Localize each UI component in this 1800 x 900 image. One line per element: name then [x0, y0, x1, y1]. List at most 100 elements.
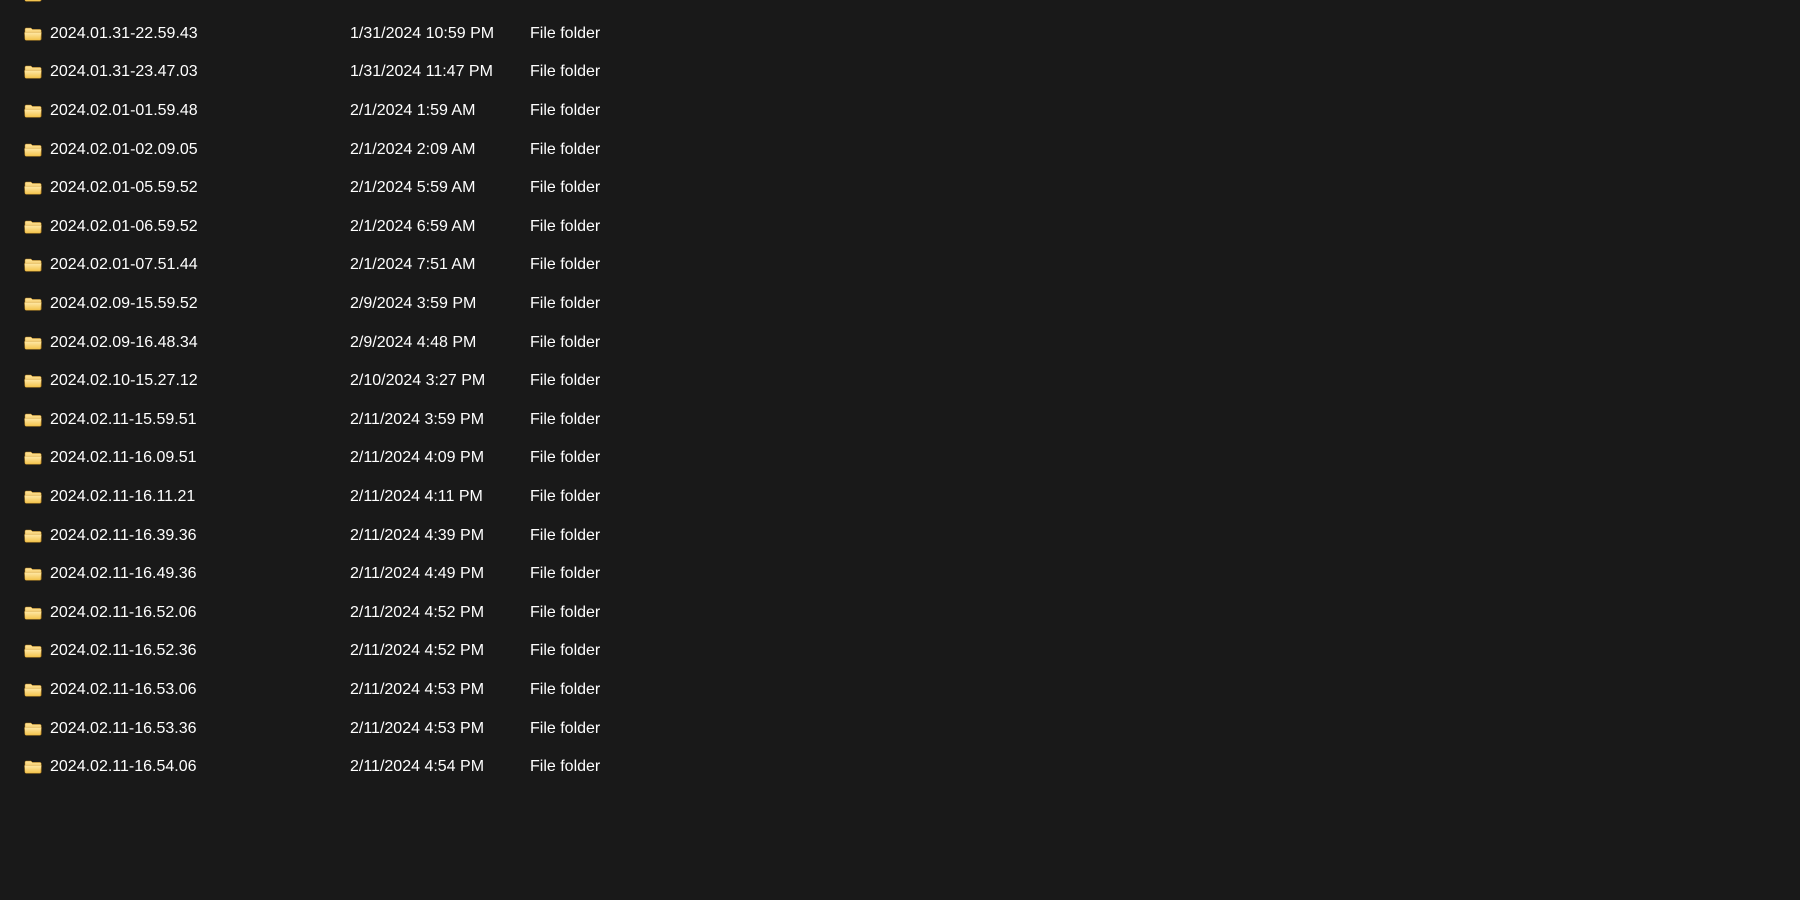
table-row[interactable]: 2024.01.28-16.24.53 1/28/2024 4:24 PMFile…: [0, 0, 1800, 15]
folder-name: 2024.02.11-16.52.06: [50, 604, 197, 622]
cell-name: 2024.02.11-16.09.51: [24, 449, 350, 467]
folder-icon: [24, 143, 42, 157]
table-row[interactable]: 2024.02.10-15.27.122/10/2024 3:27 PMFile…: [0, 362, 1800, 401]
table-row[interactable]: 2024.02.11-16.52.36 2/11/2024 4:52 PMFile…: [0, 632, 1800, 671]
cell-type: File folder: [530, 63, 750, 81]
folder-name: 2024.02.11-16.54.06: [50, 758, 197, 776]
cell-type: File folder: [530, 411, 750, 429]
cell-name: 2024.02.10-15.27.12: [24, 372, 350, 390]
cell-type: File folder: [530, 0, 750, 4]
folder-icon: [24, 181, 42, 195]
table-row[interactable]: 2024.02.11-15.59.51 2/11/2024 3:59 PMFile…: [0, 401, 1800, 440]
cell-date-modified: 2/11/2024 4:11 PM: [350, 488, 530, 506]
cell-name: 2024.02.01-05.59.52: [24, 179, 350, 197]
folder-name: 2024.02.01-06.59.52: [50, 218, 198, 236]
folder-name: 2024.01.31-23.47.03: [50, 63, 198, 81]
table-row[interactable]: 2024.02.11-16.52.06 2/11/2024 4:52 PMFile…: [0, 594, 1800, 633]
table-row[interactable]: 2024.01.31-22.59.431/31/2024 10:59 PMFil…: [0, 15, 1800, 54]
cell-date-modified: 2/10/2024 3:27 PM: [350, 372, 530, 390]
cell-date-modified: 2/1/2024 5:59 AM: [350, 179, 530, 197]
folder-icon: [24, 451, 42, 465]
cell-type: File folder: [530, 642, 750, 660]
cell-date-modified: 2/11/2024 4:53 PM: [350, 720, 530, 738]
folder-name: 2024.01.28-16.24.53: [50, 0, 198, 4]
cell-date-modified: 2/11/2024 3:59 PM: [350, 411, 530, 429]
table-row[interactable]: 2024.02.11-16.11.212/11/2024 4:11 PMFile…: [0, 478, 1800, 517]
cell-name: 2024.02.11-16.54.06: [24, 758, 350, 776]
table-row[interactable]: 2024.02.09-16.48.34 2/9/2024 4:48 PMFile …: [0, 323, 1800, 362]
folder-icon: [24, 490, 42, 504]
cell-type: File folder: [530, 527, 750, 545]
cell-date-modified: 2/11/2024 4:49 PM: [350, 565, 530, 583]
table-row[interactable]: 2024.02.09-15.59.522/9/2024 3:59 PMFile …: [0, 285, 1800, 324]
folder-name: 2024.02.09-16.48.34: [50, 334, 198, 352]
table-row[interactable]: 2024.02.11-16.09.512/11/2024 4:09 PMFile…: [0, 439, 1800, 478]
cell-type: File folder: [530, 681, 750, 699]
cell-type: File folder: [530, 141, 750, 159]
cell-name: 2024.01.28-16.24.53: [24, 0, 350, 4]
cell-type: File folder: [530, 604, 750, 622]
cell-type: File folder: [530, 565, 750, 583]
cell-date-modified: 2/9/2024 4:48 PM: [350, 334, 530, 352]
cell-date-modified: 2/11/2024 4:52 PM: [350, 642, 530, 660]
cell-date-modified: 2/1/2024 1:59 AM: [350, 102, 530, 120]
cell-date-modified: 1/31/2024 11:47 PM: [350, 63, 530, 81]
table-row[interactable]: 2024.02.01-01.59.482/1/2024 1:59 AMFile …: [0, 92, 1800, 131]
folder-icon: [24, 258, 42, 272]
folder-icon: [24, 644, 42, 658]
cell-type: File folder: [530, 334, 750, 352]
cell-name: 2024.02.11-16.52.06: [24, 604, 350, 622]
cell-type: File folder: [530, 720, 750, 738]
folder-name: 2024.02.11-15.59.51: [50, 411, 197, 429]
folder-icon: [24, 65, 42, 79]
cell-name: 2024.02.11-16.53.06: [24, 681, 350, 699]
cell-type: File folder: [530, 758, 750, 776]
folder-name: 2024.02.11-16.53.36: [50, 720, 197, 738]
folder-name: 2024.02.09-15.59.52: [50, 295, 198, 313]
cell-name: 2024.02.01-06.59.52: [24, 218, 350, 236]
cell-name: 2024.02.11-16.53.36: [24, 720, 350, 738]
cell-type: File folder: [530, 179, 750, 197]
table-row[interactable]: 2024.02.11-16.53.36 2/11/2024 4:53 PMFile…: [0, 709, 1800, 748]
cell-date-modified: 1/31/2024 10:59 PM: [350, 25, 530, 43]
table-row[interactable]: 2024.02.11-16.39.362/11/2024 4:39 PMFile…: [0, 516, 1800, 555]
table-row[interactable]: 2024.02.01-07.51.442/1/2024 7:51 AMFile …: [0, 246, 1800, 285]
table-row[interactable]: 2024.01.31-23.47.03 1/31/2024 11:47 PMFil…: [0, 53, 1800, 92]
folder-icon: [24, 683, 42, 697]
folder-name: 2024.02.11-16.11.21: [50, 488, 195, 506]
table-row[interactable]: 2024.02.01-06.59.522/1/2024 6:59 AMFile …: [0, 208, 1800, 247]
folder-icon: [24, 722, 42, 736]
table-row[interactable]: 2024.02.11-16.53.06 2/11/2024 4:53 PMFile…: [0, 671, 1800, 710]
cell-name: 2024.02.01-07.51.44: [24, 256, 350, 274]
table-row[interactable]: 2024.02.01-05.59.522/1/2024 5:59 AMFile …: [0, 169, 1800, 208]
folder-name: 2024.02.11-16.53.06: [50, 681, 197, 699]
table-row[interactable]: 2024.02.11-16.54.062/11/2024 4:54 PMFile…: [0, 748, 1800, 787]
cell-date-modified: 2/11/2024 4:52 PM: [350, 604, 530, 622]
cell-type: File folder: [530, 256, 750, 274]
cell-type: File folder: [530, 449, 750, 467]
cell-date-modified: 2/11/2024 4:39 PM: [350, 527, 530, 545]
folder-icon: [24, 760, 42, 774]
table-row[interactable]: 2024.02.01-02.09.052/1/2024 2:09 AMFile …: [0, 130, 1800, 169]
folder-icon: [24, 220, 42, 234]
folder-icon: [24, 567, 42, 581]
folder-icon: [24, 297, 42, 311]
folder-name: 2024.02.11-16.52.36: [50, 642, 197, 660]
cell-name: 2024.02.01-02.09.05: [24, 141, 350, 159]
file-list: 2024.01.28-16.24.531/28/2024 4:24 PMFile…: [0, 0, 1800, 786]
cell-name: 2024.02.11-16.52.36: [24, 642, 350, 660]
cell-date-modified: 1/28/2024 4:24 PM: [350, 0, 530, 4]
folder-name: 2024.01.31-22.59.43: [50, 25, 198, 43]
table-row[interactable]: 2024.02.11-16.49.362/11/2024 4:49 PMFile…: [0, 555, 1800, 594]
cell-date-modified: 2/11/2024 4:53 PM: [350, 681, 530, 699]
folder-icon: [24, 336, 42, 350]
cell-name: 2024.02.09-15.59.52: [24, 295, 350, 313]
cell-date-modified: 2/1/2024 2:09 AM: [350, 141, 530, 159]
folder-icon: [24, 529, 42, 543]
folder-name: 2024.02.01-07.51.44: [50, 256, 198, 274]
cell-type: File folder: [530, 372, 750, 390]
folder-name: 2024.02.01-01.59.48: [50, 102, 198, 120]
folder-icon: [24, 374, 42, 388]
folder-icon: [24, 104, 42, 118]
cell-name: 2024.01.31-23.47.03: [24, 63, 350, 81]
